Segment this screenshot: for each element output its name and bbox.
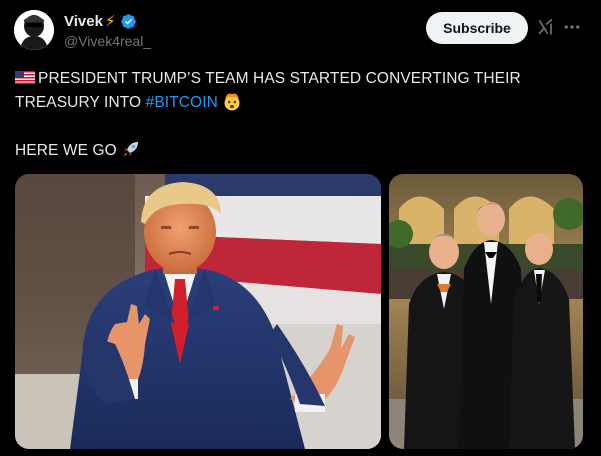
- tweet-text: PRESIDENT TRUMP’S TEAM HAS STARTED CONVE…: [15, 67, 585, 163]
- author-name-row[interactable]: Vivek ⚡: [64, 12, 137, 30]
- hashtag-bitcoin-link[interactable]: #BITCOIN: [146, 94, 218, 111]
- tweet-line-3: HERE WE GO: [15, 139, 585, 163]
- author-display-name[interactable]: Vivek: [64, 13, 103, 30]
- tweet-line-2-text: TREASURY INTO: [15, 94, 146, 111]
- tweet-post: Vivek ⚡ @Vivek4real_ Subscribe PRESIDENT…: [0, 0, 601, 456]
- more-options-icon[interactable]: [562, 17, 582, 37]
- tweet-line-2: TREASURY INTO #BITCOIN: [15, 91, 585, 115]
- subscribe-button[interactable]: Subscribe: [426, 12, 528, 44]
- tweet-image-2[interactable]: [389, 174, 583, 449]
- tweet-image-1[interactable]: [15, 174, 381, 449]
- rocket-emoji: [123, 142, 139, 157]
- verified-badge-icon: [121, 13, 137, 29]
- avatar[interactable]: [14, 10, 54, 50]
- lightning-icon: ⚡: [104, 13, 116, 30]
- tweet-line-1-text: PRESIDENT TRUMP’S TEAM HAS STARTED CONVE…: [38, 70, 521, 87]
- tweet-line-3-text: HERE WE GO: [15, 142, 117, 159]
- grok-icon[interactable]: [536, 17, 556, 37]
- tweet-line-1: PRESIDENT TRUMP’S TEAM HAS STARTED CONVE…: [15, 67, 585, 91]
- author-handle[interactable]: @Vivek4real_: [64, 33, 151, 49]
- exploding-head-emoji: [224, 93, 240, 111]
- us-flag-emoji: [15, 71, 35, 84]
